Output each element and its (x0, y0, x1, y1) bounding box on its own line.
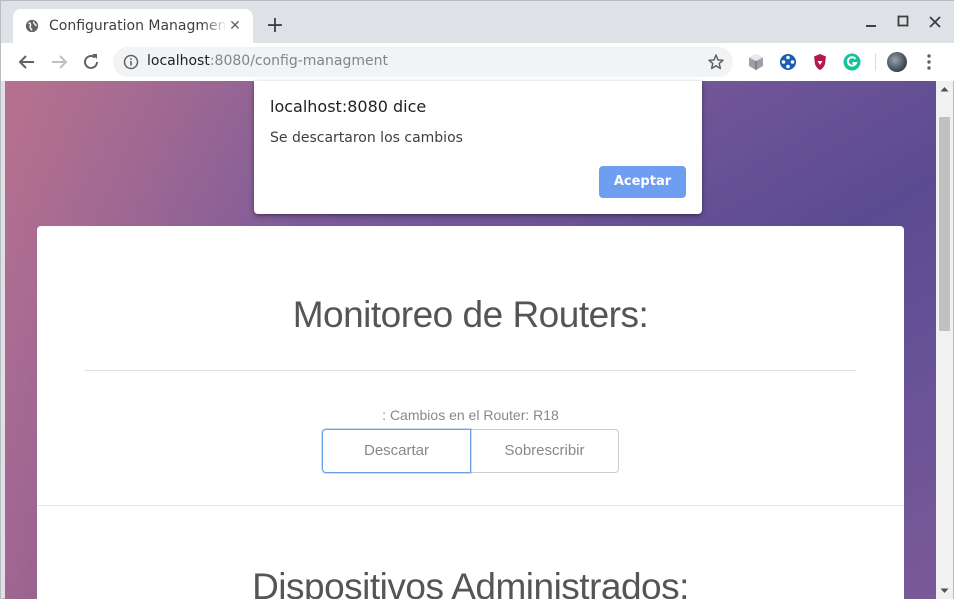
router-changes-label: : Cambios en el Router: R18 (382, 407, 559, 423)
tab-title-fade (203, 15, 227, 37)
browser-toolbar: localhost:8080/config-managment (1, 43, 954, 81)
maximize-button[interactable] (893, 13, 913, 33)
browser-tab[interactable]: Configuration Managment ✕ (13, 9, 253, 43)
reload-icon[interactable] (79, 50, 103, 74)
grammarly-extension-icon[interactable] (842, 52, 862, 72)
shield-extension-icon[interactable] (810, 52, 830, 72)
page-title: Monitoreo de Routers: (292, 294, 649, 335)
accept-button[interactable]: Aceptar (599, 166, 686, 198)
scroll-down-arrow-icon[interactable] (936, 582, 953, 599)
scroll-up-arrow-icon[interactable] (936, 81, 953, 98)
tab-title: Configuration Managment (49, 18, 225, 34)
close-icon (929, 16, 941, 28)
close-window-button[interactable] (925, 13, 945, 33)
minimize-icon (866, 25, 876, 27)
page-scrollbar[interactable] (936, 81, 953, 599)
url-path: :8080/config-managment (209, 53, 388, 69)
url-host: localhost (147, 53, 210, 69)
managed-devices-title: Dispositivos Administrados: (252, 566, 689, 599)
divider (85, 370, 856, 371)
address-bar[interactable]: localhost:8080/config-managment (113, 47, 733, 77)
cube-extension-icon[interactable] (746, 52, 766, 72)
scroll-thumb[interactable] (939, 117, 950, 331)
back-icon[interactable] (15, 50, 39, 74)
tab-strip: Configuration Managment ✕ + (1, 1, 954, 43)
section-divider (37, 505, 904, 506)
profile-avatar[interactable] (887, 52, 907, 72)
globe-icon (25, 19, 39, 33)
bookmark-star-icon[interactable] (707, 53, 725, 71)
maximize-icon (897, 15, 909, 27)
router-action-buttons: Descartar Sobrescribir (322, 429, 619, 473)
url-text[interactable]: localhost:8080/config-managment (147, 53, 388, 69)
info-icon[interactable] (123, 54, 139, 70)
discard-button[interactable]: Descartar (322, 429, 471, 473)
minimize-button[interactable] (861, 13, 881, 33)
content-card: Monitoreo de Routers: : Cambios en el Ro… (37, 226, 904, 599)
blue-extension-icon[interactable] (778, 52, 798, 72)
dialog-title: localhost:8080 dice (270, 97, 427, 116)
new-tab-button[interactable]: + (263, 15, 287, 39)
forward-icon[interactable] (47, 50, 71, 74)
alert-dialog: localhost:8080 dice Se descartaron los c… (254, 81, 702, 214)
browser-window: Configuration Managment ✕ + localhost:80… (0, 0, 954, 599)
toolbar-separator (875, 53, 876, 71)
dialog-message: Se descartaron los cambios (270, 130, 463, 146)
menu-dots-icon[interactable] (919, 52, 939, 72)
overwrite-button[interactable]: Sobrescribir (470, 429, 619, 473)
tab-close-icon[interactable]: ✕ (227, 18, 243, 34)
